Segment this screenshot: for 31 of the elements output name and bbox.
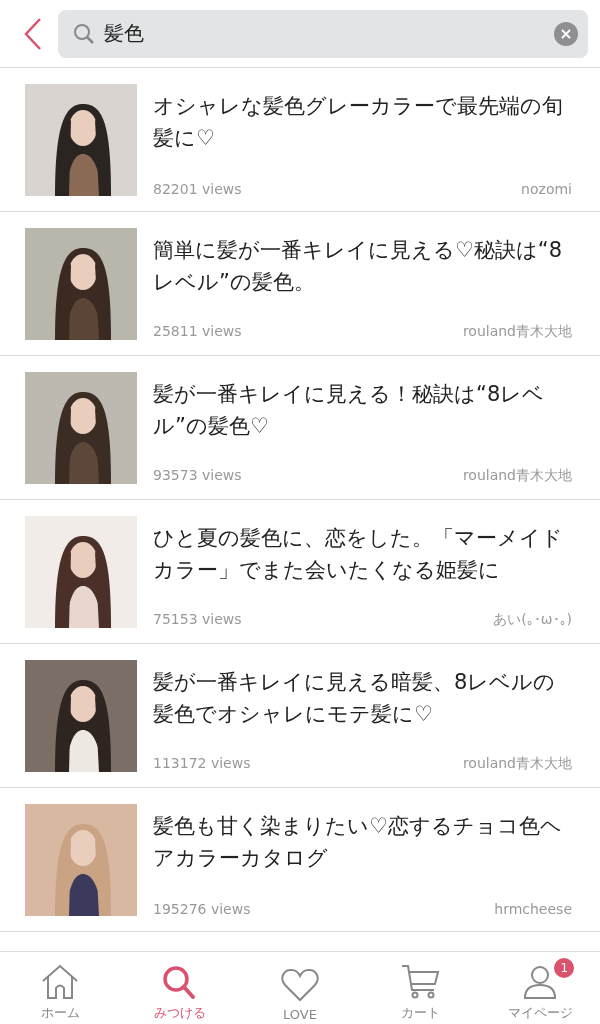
nav-tab[interactable]: ホーム: [0, 952, 120, 1024]
author-name: rouland青木大地: [462, 323, 572, 341]
search-field[interactable]: 髪色: [58, 9, 588, 58]
clear-icon[interactable]: [554, 21, 578, 46]
author-name: nozomi: [521, 181, 572, 197]
article-title[interactable]: 髪色も甘く染まりたい♡恋するチョコ色ヘアカラーカタログ: [153, 810, 572, 901]
view-count: 82201 views: [153, 181, 242, 197]
nav-tab[interactable]: マイページ 1: [480, 952, 600, 1024]
article-title[interactable]: 簡単に髪が一番キレイに見える♡秘訣は“8レベル”の髪色。: [153, 234, 572, 323]
nav-tab[interactable]: カート: [360, 952, 480, 1024]
nav-tab[interactable]: みつける: [120, 952, 240, 1024]
view-count: 25811 views: [153, 323, 242, 341]
search-icon: [72, 21, 96, 46]
article-title[interactable]: 髪が一番キレイに見える暗髪、8レベルの髪色でオシャレにモテ髪に♡: [153, 666, 572, 755]
author-name: あい(｡･ω･｡): [493, 611, 572, 629]
article-title[interactable]: オシャレな髪色グレーカラーで最先端の旬髪に♡: [153, 90, 572, 181]
view-count: 195276 views: [153, 901, 251, 917]
view-count: 113172 views: [153, 755, 251, 773]
article-title[interactable]: 髪が一番キレイに見える！秘訣は“8レベル”の髪色♡: [153, 378, 572, 467]
nav-tab[interactable]: LOVE: [240, 952, 360, 1024]
cart-icon: [400, 964, 440, 1000]
notification-badge: 1: [554, 958, 575, 978]
article-title[interactable]: ひと夏の髪色に、恋をした。「マーメイドカラー」でまた会いたくなる姫髪に: [153, 522, 572, 611]
author-name: rouland青木大地: [462, 755, 572, 773]
heart-icon: [280, 967, 320, 1003]
view-count: 75153 views: [153, 611, 242, 629]
home-icon: [40, 964, 80, 1000]
back-icon[interactable]: [22, 16, 44, 51]
view-count: 93573 views: [153, 467, 242, 485]
author-name: rouland青木大地: [462, 467, 572, 485]
author-name: hrmcheese: [494, 901, 572, 917]
